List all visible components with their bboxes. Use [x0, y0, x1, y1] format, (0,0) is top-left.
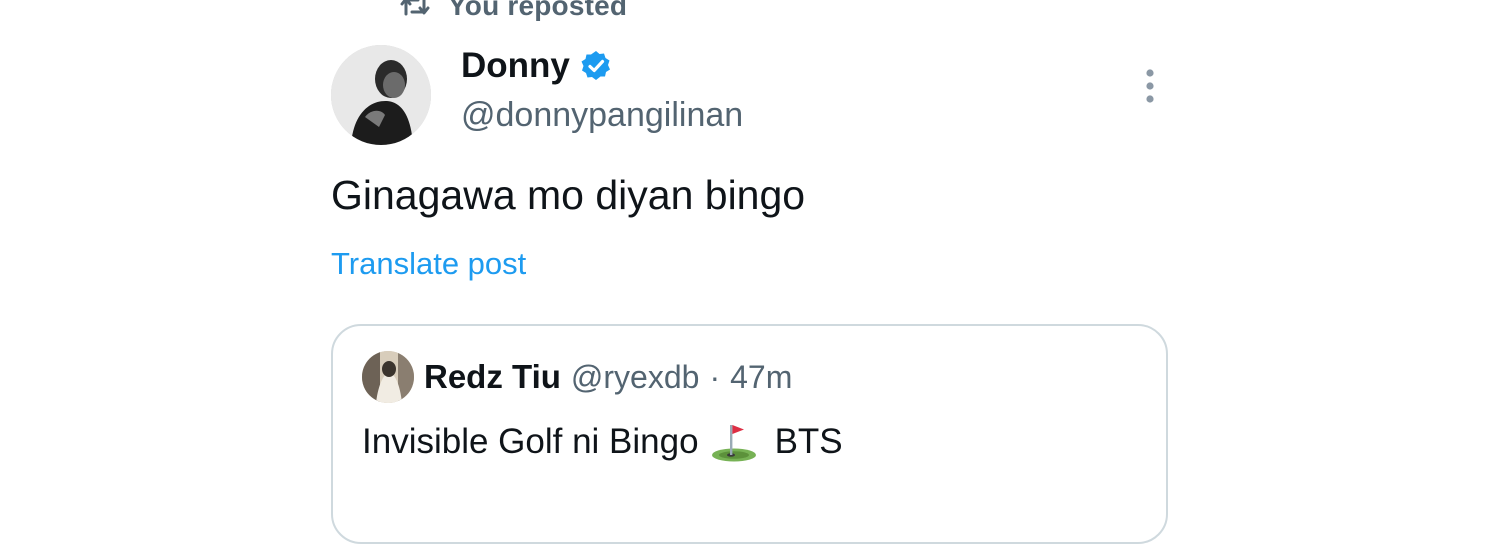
repost-banner[interactable]: You reposted: [400, 0, 627, 26]
quoted-author-avatar[interactable]: [362, 351, 414, 403]
quoted-post-text: Invisible Golf ni Bingo BTS: [362, 422, 843, 462]
separator-dot: ·: [709, 359, 721, 395]
quoted-author-handle[interactable]: @ryexdb: [571, 359, 700, 396]
author-name[interactable]: Donny: [461, 46, 570, 86]
quoted-post-header: Redz Tiu @ryexdb · 47m: [424, 358, 792, 396]
author-handle[interactable]: @donnypangilinan: [461, 96, 743, 135]
more-vertical-icon: [1145, 68, 1155, 104]
translate-post-link[interactable]: Translate post: [331, 246, 526, 282]
verified-badge-icon: [580, 50, 612, 82]
quoted-post-text-after: BTS: [774, 422, 843, 461]
golf-flag-icon: [711, 422, 757, 462]
post-text: Ginagawa mo diyan bingo: [331, 172, 806, 218]
quoted-author-name[interactable]: Redz Tiu: [424, 358, 561, 396]
repost-icon: [400, 0, 430, 18]
quoted-post-text-before: Invisible Golf ni Bingo: [362, 422, 699, 461]
more-options-button[interactable]: [1130, 64, 1170, 108]
author-avatar[interactable]: [331, 45, 431, 145]
repost-label: You reposted: [448, 0, 628, 21]
author-name-row[interactable]: Donny: [461, 46, 612, 86]
quoted-post-timestamp[interactable]: 47m: [730, 359, 792, 396]
quoted-post-card[interactable]: Redz Tiu @ryexdb · 47m Invisible Golf ni…: [331, 324, 1168, 544]
